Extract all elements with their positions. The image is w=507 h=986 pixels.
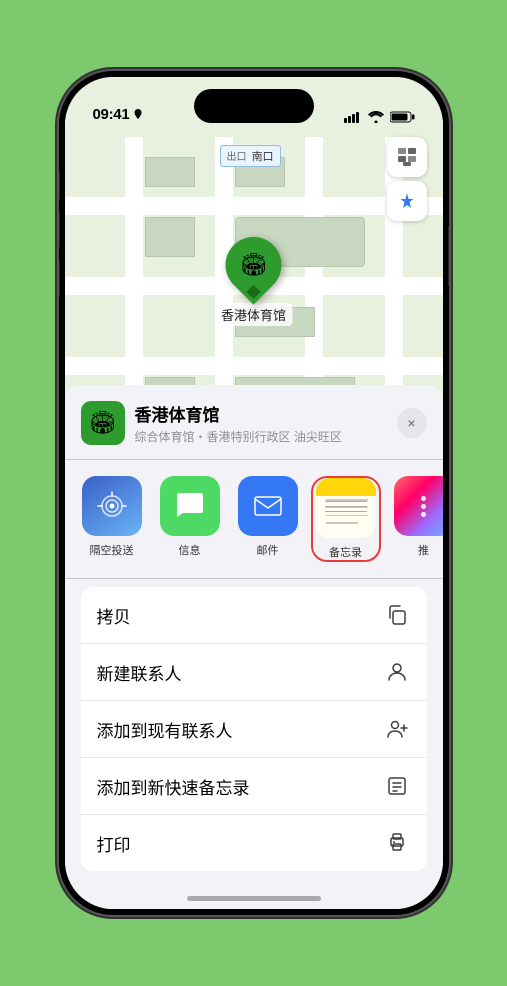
action-new-contact-text: 新建联系人 — [97, 660, 182, 685]
messages-label: 信息 — [179, 542, 201, 558]
share-item-notes[interactable]: 备忘录 — [311, 476, 381, 562]
signal-icon — [344, 111, 362, 123]
battery-icon — [390, 111, 415, 123]
power-button — [448, 226, 449, 286]
venue-info: 香港体育馆 综合体育馆・香港特别行政区 油尖旺区 — [135, 401, 397, 445]
action-print-text: 打印 — [97, 831, 131, 856]
messages-icon — [160, 476, 220, 536]
phone-screen: 09:41 — [65, 77, 443, 909]
map-type-icon — [396, 146, 418, 168]
share-item-messages[interactable]: 信息 — [155, 476, 225, 562]
status-icons — [344, 111, 415, 123]
more-icon — [394, 476, 443, 536]
action-item-add-contact[interactable]: 添加到现有联系人 — [81, 701, 427, 758]
home-indicator — [187, 896, 321, 901]
pin-label: 香港体育馆 — [215, 303, 292, 326]
volume-up-button — [59, 211, 60, 247]
map-controls — [387, 137, 427, 225]
map-building — [145, 157, 195, 187]
airdrop-label: 隔空投送 — [90, 542, 134, 558]
venue-icon: 🏟 — [81, 401, 125, 445]
dynamic-island — [194, 89, 314, 123]
location-pin: 🏟 香港体育馆 — [215, 237, 292, 326]
action-item-print[interactable]: 打印 — [81, 815, 427, 871]
phone-frame: 09:41 — [59, 71, 449, 915]
pin-icon: 🏟 — [240, 252, 268, 278]
map-label: 出口 南口 — [220, 145, 281, 167]
note-icon — [383, 772, 411, 800]
mail-icon — [238, 476, 298, 536]
mail-svg — [251, 489, 285, 523]
share-item-more[interactable]: 推 — [389, 476, 443, 562]
airdrop-icon — [82, 476, 142, 536]
print-icon — [383, 829, 411, 857]
status-time: 09:41 — [93, 106, 130, 123]
action-list: 拷贝 新建联系人 — [81, 587, 427, 871]
notes-label: 备忘录 — [329, 544, 362, 560]
venue-name: 香港体育馆 — [135, 401, 397, 426]
messages-svg — [173, 489, 207, 523]
location-button[interactable] — [387, 181, 427, 221]
action-copy-text: 拷贝 — [97, 603, 131, 628]
compass-icon — [397, 191, 417, 211]
person-icon — [383, 658, 411, 686]
bottom-sheet: 🏟 香港体育馆 综合体育馆・香港特别行政区 油尖旺区 × — [65, 385, 443, 909]
map-type-button[interactable] — [387, 137, 427, 177]
notes-icon — [316, 478, 376, 538]
action-item-copy[interactable]: 拷贝 — [81, 587, 427, 644]
location-icon — [133, 109, 143, 121]
close-button[interactable]: × — [397, 408, 427, 438]
share-item-airdrop[interactable]: 隔空投送 — [77, 476, 147, 562]
venue-subtitle: 综合体育馆・香港特别行政区 油尖旺区 — [135, 428, 397, 445]
map-building — [145, 217, 195, 257]
share-row: 隔空投送 信息 — [65, 460, 443, 579]
volume-down-button — [59, 261, 60, 297]
more-label: 推 — [418, 542, 429, 558]
mail-label: 邮件 — [257, 542, 279, 558]
share-item-mail[interactable]: 邮件 — [233, 476, 303, 562]
venue-header: 🏟 香港体育馆 综合体育馆・香港特别行政区 油尖旺区 × — [65, 401, 443, 460]
copy-icon — [383, 601, 411, 629]
action-item-new-contact[interactable]: 新建联系人 — [81, 644, 427, 701]
action-new-note-text: 添加到新快速备忘录 — [97, 774, 250, 799]
action-item-new-note[interactable]: 添加到新快速备忘录 — [81, 758, 427, 815]
wifi-icon — [368, 111, 384, 123]
person-add-icon — [383, 715, 411, 743]
airdrop-svg — [95, 489, 129, 523]
action-add-contact-text: 添加到现有联系人 — [97, 717, 233, 742]
silent-switch — [59, 171, 60, 199]
